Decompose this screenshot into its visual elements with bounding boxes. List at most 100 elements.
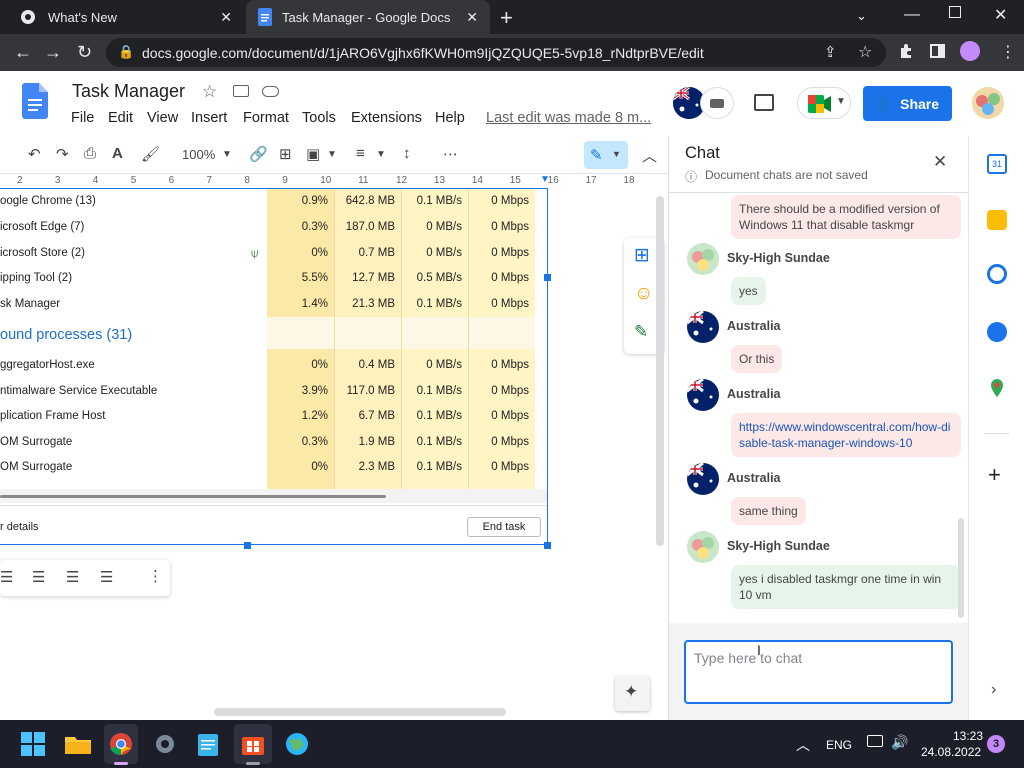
close-chat-icon[interactable]: ✕	[933, 152, 947, 172]
file-explorer-icon[interactable]	[65, 732, 91, 756]
account-avatar[interactable]	[972, 87, 1004, 119]
move-folder-icon[interactable]	[233, 85, 249, 97]
side-panel-icon[interactable]	[930, 44, 945, 58]
tab-task-manager-docs[interactable]: Task Manager - Google Docs ✕	[246, 0, 490, 34]
comments-icon[interactable]	[754, 94, 774, 111]
language-indicator[interactable]: ENG	[826, 738, 852, 752]
menu-help[interactable]: Help	[435, 110, 465, 126]
star-icon[interactable]: ☆	[202, 82, 217, 102]
task-manager-screenshot[interactable]: oogle Chrome (13) 0.9% 642.8 MB 0.1 MB/s…	[0, 188, 548, 545]
expand-panel-chevron-icon[interactable]: ›	[991, 681, 996, 699]
menu-tools[interactable]: Tools	[302, 110, 336, 126]
add-comment-icon[interactable]: ⊞	[634, 244, 650, 267]
chat-input[interactable]: Type here to chat	[684, 640, 953, 704]
minimize-button[interactable]: —	[904, 6, 920, 24]
print-icon[interactable]: ⎙	[84, 145, 96, 162]
document-canvas[interactable]: oogle Chrome (13) 0.9% 642.8 MB 0.1 MB/s…	[0, 188, 668, 720]
undo-icon[interactable]: ↶	[28, 145, 41, 163]
zoom-chevron-icon[interactable]: ▼	[222, 149, 232, 160]
close-tab-icon[interactable]: ✕	[220, 9, 232, 26]
zoom-select[interactable]: 100%	[182, 147, 215, 162]
back-arrow-icon[interactable]: ←	[14, 42, 32, 63]
settings-gear-icon[interactable]	[153, 732, 177, 756]
bookmark-star-icon[interactable]: ☆	[858, 42, 872, 62]
document-title[interactable]: Task Manager	[72, 81, 185, 102]
tab-search-chevron-icon[interactable]: ⌄	[856, 8, 867, 24]
tm-horizontal-scrollbar[interactable]	[0, 489, 547, 503]
wrap-inline-icon[interactable]: ☰	[0, 568, 13, 586]
chat-scrollbar[interactable]	[958, 518, 964, 618]
message-link[interactable]: https://www.windowscentral.com/how-disab…	[731, 413, 961, 457]
right-indent-marker-icon[interactable]: ▼	[540, 174, 550, 185]
suggest-edits-icon[interactable]: ✎	[634, 322, 648, 342]
explore-button[interactable]: ✦	[615, 676, 650, 711]
more-options-icon[interactable]: ⋯	[443, 145, 458, 163]
add-comment-icon[interactable]: ⊞	[279, 145, 292, 163]
notification-badge[interactable]: 3	[987, 735, 1005, 753]
menu-view[interactable]: View	[147, 110, 178, 126]
paint-format-icon[interactable]: 🖌	[141, 145, 160, 163]
insert-link-icon[interactable]: 🔗	[249, 145, 268, 163]
share-button[interactable]: 👤 Share	[863, 86, 952, 121]
image-chevron-icon[interactable]: ▼	[327, 149, 337, 160]
spellcheck-icon[interactable]: A	[112, 145, 123, 162]
profile-avatar[interactable]	[960, 41, 980, 61]
clock-time[interactable]: 13:23	[953, 729, 983, 743]
extensions-puzzle-icon[interactable]	[898, 43, 914, 59]
meet-button[interactable]: ▼	[797, 87, 851, 119]
new-tab-button[interactable]: +	[500, 5, 513, 31]
chat-bubbles-icon[interactable]	[700, 87, 734, 119]
volume-icon[interactable]: 🔊	[891, 734, 908, 751]
avatar-australia[interactable]	[687, 463, 719, 495]
more-image-options-icon[interactable]: ⋮	[148, 567, 163, 585]
menu-edit[interactable]: Edit	[108, 110, 133, 126]
break-text-icon[interactable]: ☰	[66, 568, 79, 586]
wrap-text-icon[interactable]: ☰	[32, 568, 45, 586]
image-resize-handle[interactable]	[244, 542, 251, 549]
clock-date[interactable]: 24.08.2022	[921, 745, 981, 759]
reload-icon[interactable]: ↻	[77, 42, 92, 63]
windows-start-icon[interactable]	[21, 732, 45, 756]
menu-format[interactable]: Format	[243, 110, 289, 126]
avatar-australia[interactable]	[687, 379, 719, 411]
microsoft-store-icon[interactable]	[241, 732, 265, 756]
calendar-icon[interactable]: 31	[987, 154, 1007, 174]
keep-icon[interactable]	[987, 210, 1007, 230]
add-addon-icon[interactable]: +	[988, 462, 1001, 488]
tasks-icon[interactable]	[987, 264, 1007, 284]
chrome-taskbar-icon[interactable]	[109, 732, 133, 756]
line-spacing-icon[interactable]: ↕	[403, 145, 411, 162]
chrome-menu-icon[interactable]: ⋮	[1000, 42, 1016, 62]
collapse-toolbar-chevron-icon[interactable]: ︿	[642, 145, 657, 166]
end-task-button[interactable]: End task	[467, 517, 541, 537]
emoji-reaction-icon[interactable]: ☺	[634, 283, 653, 305]
maps-icon[interactable]	[987, 378, 1007, 398]
close-window-button[interactable]: ✕	[994, 5, 1007, 25]
tab-whats-new[interactable]: What's New ✕	[8, 0, 244, 34]
forward-arrow-icon[interactable]: →	[44, 42, 62, 63]
url-bar[interactable]: 🔒 docs.google.com/document/d/1jARO6Vgjhx…	[106, 38, 886, 67]
fewer-details-link[interactable]: r details	[0, 521, 39, 533]
align-chevron-icon[interactable]: ▼	[376, 149, 386, 160]
cloud-status-icon[interactable]	[262, 86, 279, 97]
avatar-sky-high-sundae[interactable]	[687, 531, 719, 563]
restore-button[interactable]	[949, 6, 961, 18]
contacts-icon[interactable]	[987, 322, 1007, 342]
tm-scroll-thumb[interactable]	[0, 495, 386, 498]
doc-horizontal-scrollbar[interactable]	[214, 708, 506, 716]
image-resize-handle[interactable]	[544, 274, 551, 281]
chat-message-list[interactable]: There should be a modified version of Wi…	[669, 193, 969, 623]
behind-text-icon[interactable]: ☰	[100, 568, 113, 586]
avatar-australia[interactable]	[687, 311, 719, 343]
doc-vertical-scrollbar[interactable]	[656, 196, 664, 546]
notepad-icon[interactable]	[197, 732, 221, 756]
image-resize-handle[interactable]	[544, 542, 551, 549]
close-tab-icon[interactable]: ✕	[466, 9, 478, 26]
globe-app-icon[interactable]	[285, 732, 309, 756]
editing-mode-button[interactable]: ✎ ▼	[584, 141, 628, 169]
redo-icon[interactable]: ↷	[56, 145, 69, 163]
menu-insert[interactable]: Insert	[191, 110, 227, 126]
last-edit-link[interactable]: Last edit was made 8 m...	[486, 110, 651, 126]
share-page-icon[interactable]: ⇪	[824, 43, 837, 61]
network-icon[interactable]	[867, 735, 883, 747]
